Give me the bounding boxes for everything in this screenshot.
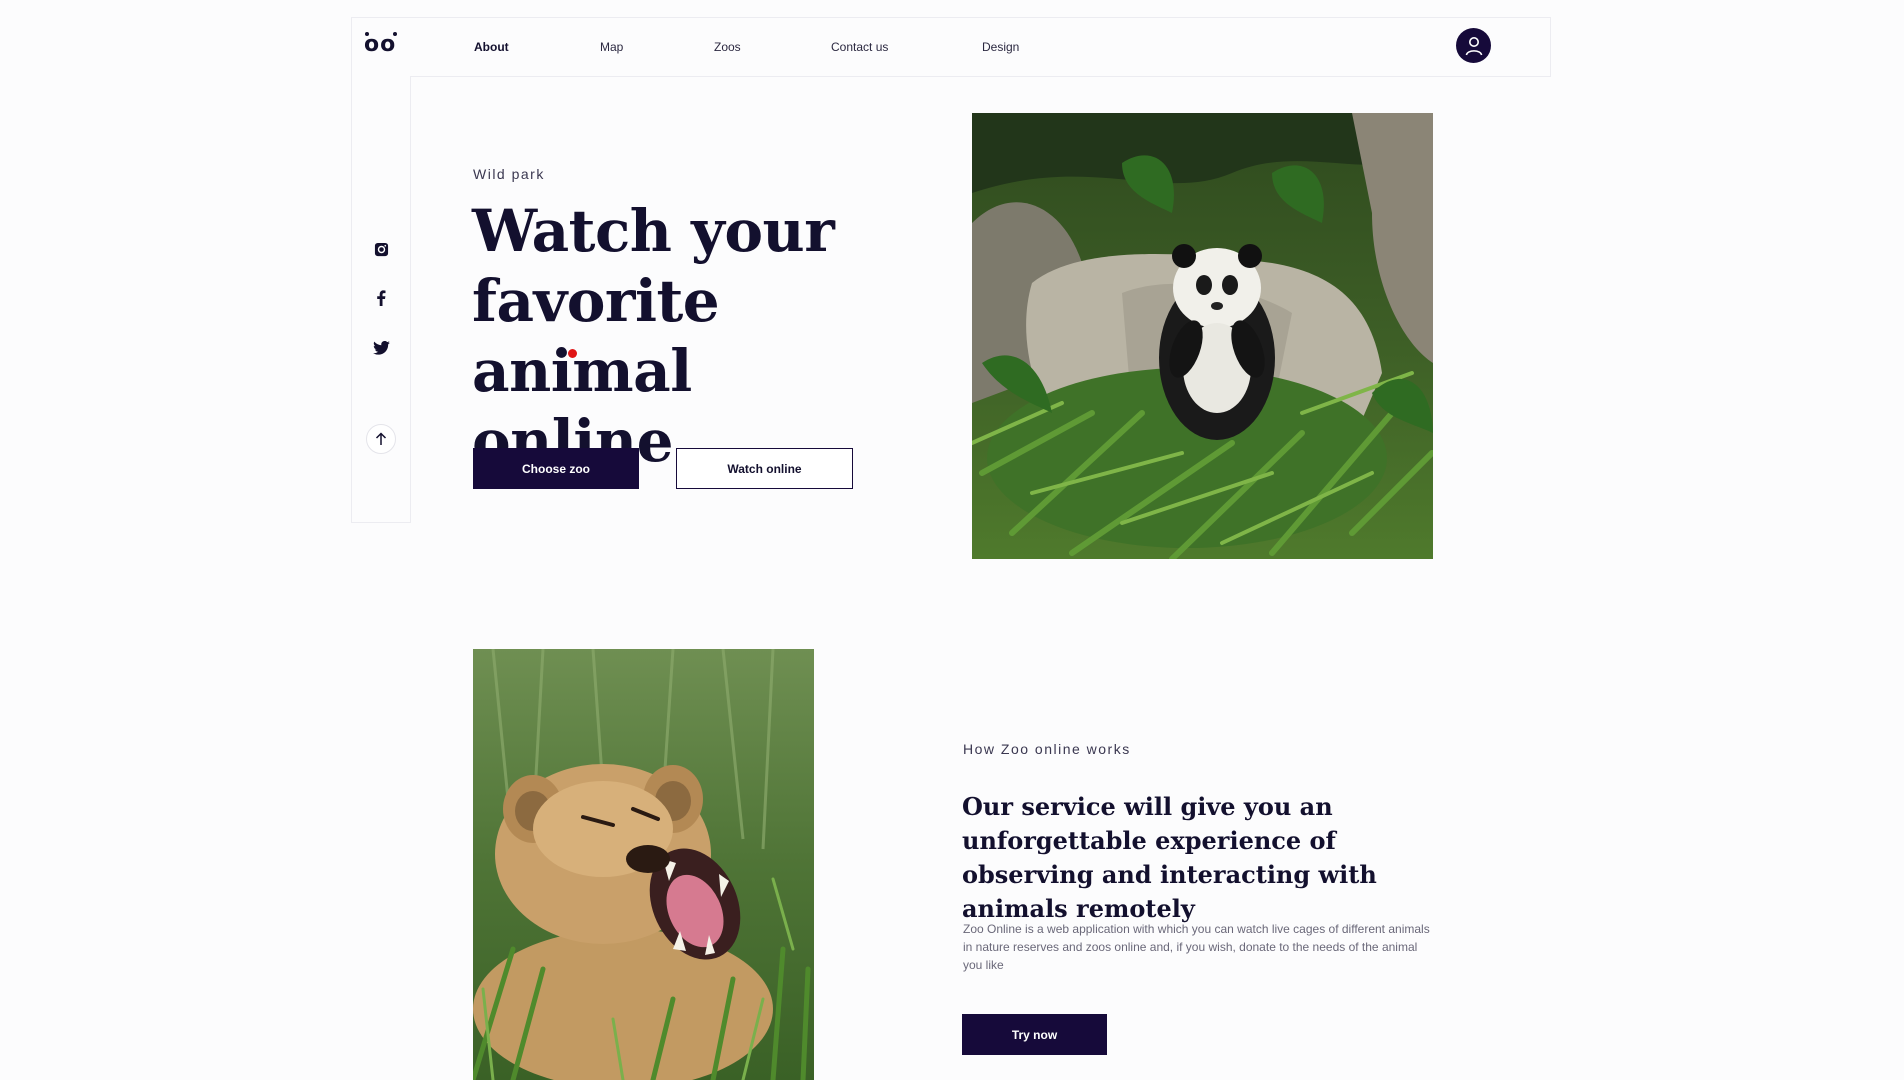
scroll-to-top-button[interactable] xyxy=(366,424,396,454)
user-icon xyxy=(1465,36,1482,55)
section-title: Our service will give you an unforgettab… xyxy=(962,792,1377,923)
watch-online-button[interactable]: Watch online xyxy=(676,448,853,489)
try-now-button[interactable]: Try now xyxy=(962,1014,1107,1055)
logo-dot-left xyxy=(365,32,369,36)
zoo-online-logo[interactable]: oo xyxy=(364,30,398,60)
logo-dot-right xyxy=(393,32,397,36)
instagram-icon xyxy=(374,242,388,256)
facebook-link[interactable] xyxy=(371,288,391,308)
twitter-icon xyxy=(372,341,390,355)
hero-eyebrow: Wild park xyxy=(473,166,545,182)
panda-photo xyxy=(972,113,1433,559)
twitter-link[interactable] xyxy=(371,338,391,358)
choose-zoo-button[interactable]: Choose zoo xyxy=(473,448,639,489)
nav-item-contact-us[interactable]: Contact us xyxy=(831,40,888,54)
top-navigation-bar xyxy=(410,17,1551,77)
nav-item-map[interactable]: Map xyxy=(600,40,623,54)
lion-cub-illustration xyxy=(473,649,814,1080)
section-eyebrow: How Zoo online works xyxy=(963,741,1131,757)
section-description: Zoo Online is a web application with whi… xyxy=(963,922,1430,972)
accent-dot xyxy=(568,349,577,358)
hero-title-line-1: Watch your xyxy=(472,197,835,265)
panda-illustration xyxy=(972,113,1433,559)
nav-item-design[interactable]: Design xyxy=(982,40,1019,54)
instagram-link[interactable] xyxy=(371,239,391,259)
lion-cub-photo xyxy=(473,649,814,1080)
logo-text: oo xyxy=(364,32,397,57)
facebook-icon xyxy=(377,290,386,306)
arrow-up-icon xyxy=(375,432,387,445)
user-avatar-button[interactable] xyxy=(1456,28,1491,63)
hero-title: Watch your favorite animal online xyxy=(472,196,932,476)
nav-item-zoos[interactable]: Zoos xyxy=(714,40,741,54)
nav-item-about[interactable]: About xyxy=(474,40,509,54)
hero-title-line-2: favorite animal xyxy=(472,267,720,405)
